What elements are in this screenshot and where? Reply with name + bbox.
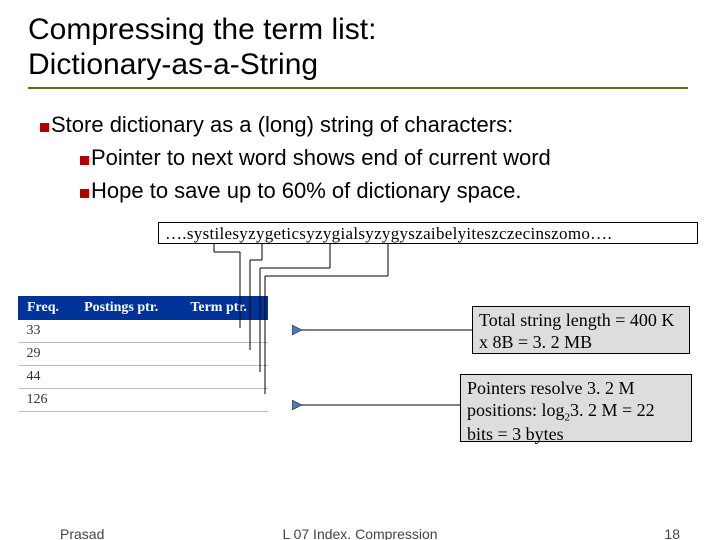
callout-total-length-text: Total string length = 400 K x 8B = 3. 2 … [479,310,674,352]
term-table: Freq. Postings ptr. Term ptr. 33.. 29.. … [18,296,268,412]
slide-title: Compressing the term list: Dictionary-as… [28,12,688,89]
callout-pointers: Pointers resolve 3. 2 M positions: log23… [460,374,692,442]
cell-freq: 33 [19,320,76,343]
bullet-icon [80,156,89,165]
dictionary-string-box: ….systilesyzygeticsyzygialsyzygyszaibely… [158,222,698,244]
cell-freq: 44 [19,366,76,389]
cell-freq: 126 [19,389,76,412]
footer-page: 18 [664,526,680,540]
cell-freq: 29 [19,343,76,366]
col-termptr: Term ptr. [182,297,268,320]
slide: Compressing the term list: Dictionary-as… [0,0,720,540]
footer-title: L 07 Index. Compression [0,526,720,540]
col-freq: Freq. [19,297,76,320]
dictionary-string: ….systilesyzygeticsyzygialsyzygyszaibely… [165,224,612,243]
callout-total-length: Total string length = 400 K x 8B = 3. 2 … [472,306,690,354]
table-row: 29.. [19,343,268,366]
table-header-row: Freq. Postings ptr. Term ptr. [19,297,268,320]
title-line2: Dictionary-as-a-String [28,48,318,81]
title-line1: Compressing the term list: [28,13,376,46]
bullet-pointer: Pointer to next word shows end of curren… [80,145,680,172]
bullet-hope-text: Hope to save up to 60% of dictionary spa… [91,178,521,203]
bullet-icon [80,189,89,198]
bullet-hope: Hope to save up to 60% of dictionary spa… [80,178,680,205]
body-text: Store dictionary as a (long) string of c… [40,112,680,204]
bullet-store-text: Store dictionary as a (long) string of c… [51,112,513,137]
table-row: 44.. [19,366,268,389]
table-row: 126.. [19,389,268,412]
bullet-pointer-text: Pointer to next word shows end of curren… [91,145,551,170]
table-row: 33.. [19,320,268,343]
bullet-icon [40,123,49,132]
bullet-store: Store dictionary as a (long) string of c… [40,112,680,139]
col-postings: Postings ptr. [76,297,182,320]
